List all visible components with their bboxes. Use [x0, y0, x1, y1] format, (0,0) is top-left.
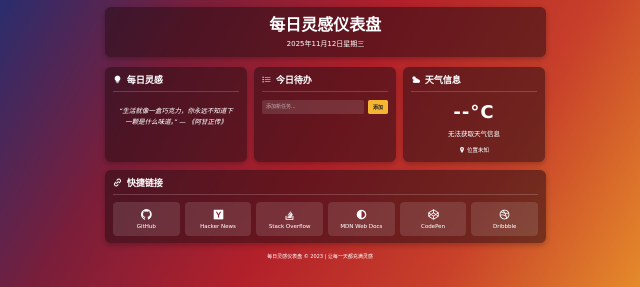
todo-form: 添加: [262, 100, 388, 114]
link-label: Dribbble: [492, 223, 517, 230]
weather-title: 天气信息: [425, 76, 462, 86]
weather-card: 天气信息 --°C 无法获取天气信息 位置未知: [403, 67, 545, 162]
links-title: 快捷链接: [127, 179, 164, 189]
todo-card: 今日待办 添加: [254, 67, 396, 162]
hacker-news-icon: [213, 209, 223, 219]
github-icon: [140, 208, 152, 220]
link-hacker-news[interactable]: Hacker News: [184, 202, 252, 236]
links-header: 快捷链接: [113, 176, 538, 195]
link-github[interactable]: GitHub: [113, 202, 180, 236]
inspiration-header: 每日灵感: [113, 73, 239, 92]
daily-quote: “生活就像一盒巧克力，你永远不知道下一颗是什么味道。” — 《阿甘正传》: [119, 107, 233, 126]
location-text: 位置未知: [466, 148, 489, 154]
link-stack-overflow[interactable]: Stack Overflow: [256, 202, 324, 236]
map-pin-icon: [460, 147, 464, 153]
dashboard: 每日灵感仪表盘 2025年11月12日星期三 每日灵感 “生活就像一盒巧克力，你…: [105, 7, 546, 243]
weather-message: 无法获取天气信息: [448, 130, 500, 138]
link-label: Stack Overflow: [268, 223, 311, 230]
links-row: GitHub Hacker News Stack Overflow MDN We…: [113, 202, 539, 236]
lightbulb-icon: [114, 75, 121, 84]
cards-row: 每日灵感 “生活就像一盒巧克力，你永远不知道下一颗是什么味道。” — 《阿甘正传…: [105, 67, 546, 162]
inspiration-card: 每日灵感 “生活就像一盒巧克力，你永远不知道下一颗是什么味道。” — 《阿甘正传…: [105, 67, 247, 162]
stack-overflow-icon: [285, 210, 294, 220]
add-todo-button[interactable]: 添加: [368, 100, 388, 114]
codepen-icon: [427, 208, 439, 220]
link-dribbble[interactable]: Dribbble: [471, 202, 539, 236]
link-label: Hacker News: [200, 223, 236, 230]
link-icon: [114, 178, 121, 187]
link-label: CodePen: [420, 223, 446, 230]
todo-title: 今日待办: [276, 76, 313, 86]
cloud-sun-icon: [412, 76, 420, 83]
links-panel: 快捷链接 GitHub Hacker News Stack Overflow M…: [105, 170, 546, 243]
link-label: GitHub: [136, 223, 156, 230]
inspiration-title: 每日灵感: [127, 76, 164, 86]
footer: 每日灵感仪表盘 © 2023 | 让每一天都充满灵感: [267, 254, 373, 260]
link-mdn[interactable]: MDN Web Docs: [328, 202, 395, 236]
dribbble-icon: [499, 209, 510, 219]
mdn-icon: [356, 209, 367, 219]
location: 位置未知: [411, 146, 537, 154]
temperature: --°C: [453, 102, 495, 123]
current-date: 2025年11月12日星期三: [286, 40, 365, 48]
todo-header: 今日待办: [262, 73, 388, 92]
link-label: MDN Web Docs: [340, 223, 383, 230]
link-codepen[interactable]: CodePen: [399, 202, 467, 236]
page-title: 每日灵感仪表盘: [269, 15, 382, 34]
weather-header: 天气信息: [411, 73, 537, 92]
todo-input[interactable]: [262, 100, 364, 114]
header-panel: 每日灵感仪表盘 2025年11月12日星期三: [105, 7, 546, 57]
list-icon: [262, 76, 271, 83]
